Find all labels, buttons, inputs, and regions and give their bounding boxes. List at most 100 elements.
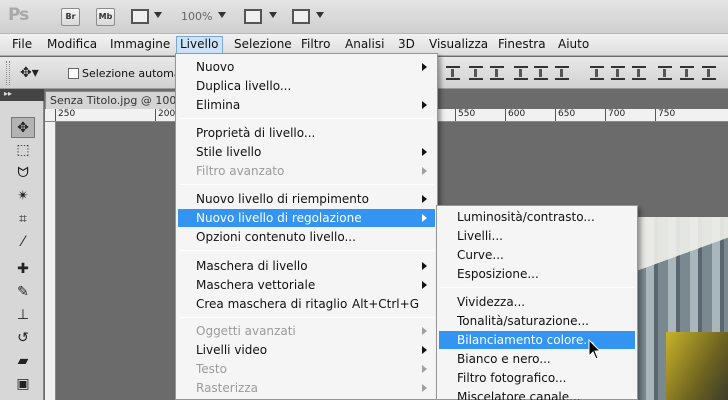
eyedropper-tool-icon[interactable]: ⁄ <box>11 232 35 253</box>
menu-3d[interactable]: 3D <box>397 36 416 54</box>
align-right-icon[interactable] <box>702 66 716 80</box>
menu-item-label: Filtro avanzato <box>196 164 285 178</box>
menu-filtro[interactable]: Filtro <box>300 36 331 54</box>
menu-item-proprieta-livello[interactable]: Proprietà di livello... <box>178 124 435 142</box>
zoom-level[interactable]: 100% <box>181 10 212 23</box>
brush-tool-icon[interactable]: ✎ <box>11 282 35 303</box>
view-extras-icon[interactable] <box>131 9 149 24</box>
menu-item-crea-maschera-ritaglio[interactable]: Crea maschera di ritaglio Alt+Ctrl+G <box>178 295 435 313</box>
bridge-button[interactable]: Br <box>61 8 80 26</box>
menu-item-maschera-vettoriale[interactable]: Maschera vettoriale <box>178 276 435 294</box>
magic-wand-tool-icon[interactable]: ✴ <box>11 186 35 207</box>
ruler-label: 700 <box>608 109 626 119</box>
menu-modifica[interactable]: Modifica <box>46 36 98 54</box>
canvas-image[interactable] <box>636 217 728 400</box>
menu-item-nuovo[interactable]: Nuovo <box>178 58 435 76</box>
gradient-tool-icon[interactable]: ▣ <box>11 374 35 395</box>
menu-finestra[interactable]: Finestra <box>497 36 547 54</box>
history-brush-tool-icon[interactable]: ↺ <box>11 328 35 349</box>
menu-item-label: Miscelatore canale... <box>457 390 581 400</box>
crop-tool-icon[interactable]: ⌗ <box>11 209 35 230</box>
menu-item-miscelatore-canale[interactable]: Miscelatore canale... <box>439 388 635 400</box>
shortcut-label: Alt+Ctrl+G <box>351 297 419 311</box>
menu-item-duplica-livello[interactable]: Duplica livello... <box>178 77 435 95</box>
distribute-left-icon[interactable] <box>590 66 604 80</box>
menu-item-elimina[interactable]: Elimina <box>178 96 435 114</box>
menu-item-luminosita-contrasto[interactable]: Luminosità/contrasto... <box>439 208 635 226</box>
arrange-documents-icon[interactable] <box>244 9 262 24</box>
submenu-arrow-icon <box>422 195 427 203</box>
submenu-arrow-icon <box>422 167 427 175</box>
auto-select-checkbox[interactable] <box>68 68 79 79</box>
menu-item-filtro-avanzato: Filtro avanzato <box>178 162 435 180</box>
submenu-arrow-icon <box>422 262 427 270</box>
menu-item-opzioni-contenuto-livello[interactable]: Opzioni contenuto livello... <box>178 228 435 246</box>
chevron-down-icon[interactable] <box>154 12 162 18</box>
menu-item-vividezza[interactable]: Vividezza... <box>439 293 635 311</box>
menu-item-label: Nuovo livello di regolazione <box>196 211 362 225</box>
menu-item-label: Oggetti avanzati <box>196 324 296 338</box>
collapse-icon[interactable]: ▸▸ <box>4 89 12 98</box>
menu-livello[interactable]: Livello <box>176 36 223 54</box>
document-tab[interactable]: Senza Titolo.jpg @ 100% <box>45 91 185 109</box>
menu-visualizza[interactable]: Visualizza <box>428 36 489 54</box>
menu-item-livelli-video[interactable]: Livelli video <box>178 341 435 359</box>
distribute-middle-icon[interactable] <box>534 66 548 80</box>
grip-handle[interactable] <box>6 61 10 85</box>
align-top-icon[interactable] <box>446 66 460 80</box>
menu-item-curve[interactable]: Curve... <box>439 246 635 264</box>
chevron-down-icon[interactable] <box>316 12 324 18</box>
move-tool-icon[interactable]: ✥▾ <box>20 65 39 81</box>
menu-item-label: Elimina <box>196 98 241 112</box>
chevron-down-icon[interactable] <box>218 12 226 18</box>
menu-item-bilanciamento-colore[interactable]: Bilanciamento colore... <box>439 331 635 349</box>
menu-item-maschera-livello[interactable]: Maschera di livello <box>178 257 435 275</box>
menu-item-esposizione[interactable]: Esposizione... <box>439 265 635 283</box>
distribute-bottom-icon[interactable] <box>555 66 569 80</box>
menu-immagine[interactable]: Immagine <box>109 36 171 54</box>
menu-aiuto[interactable]: Aiuto <box>557 36 590 54</box>
menu-selezione[interactable]: Selezione <box>233 36 293 54</box>
menu-item-stile-livello[interactable]: Stile livello <box>178 143 435 161</box>
regolazione-submenu: Luminosità/contrasto... Livelli... Curve… <box>436 205 638 400</box>
menu-item-label: Nuovo <box>196 60 235 74</box>
menu-item-bianco-nero[interactable]: Bianco e nero... <box>439 350 635 368</box>
align-center-icon[interactable] <box>680 66 694 80</box>
menu-separator <box>179 250 434 251</box>
distribute-right-icon[interactable] <box>632 66 646 80</box>
menu-analisi[interactable]: Analisi <box>344 36 385 54</box>
align-left-icon[interactable] <box>658 66 672 80</box>
marquee-tool-icon[interactable]: ⬚ <box>11 140 35 161</box>
menu-item-label: Rasterizza <box>196 381 258 395</box>
mini-bridge-button[interactable]: Mb <box>96 8 115 26</box>
align-middle-icon[interactable] <box>469 66 483 80</box>
ruler-label: 600 <box>508 109 526 119</box>
menu-item-label: Nuovo livello di riempimento <box>196 192 369 206</box>
align-bottom-icon[interactable] <box>490 66 504 80</box>
submenu-arrow-icon <box>422 148 427 156</box>
screen-mode-icon[interactable] <box>292 9 310 24</box>
chevron-down-icon[interactable] <box>269 12 277 18</box>
tools-panel-header[interactable]: ▸▸ <box>0 89 44 101</box>
eraser-tool-icon[interactable]: ▰ <box>11 351 35 372</box>
distribute-center-icon[interactable] <box>611 66 625 80</box>
menu-item-nuovo-livello-riempimento[interactable]: Nuovo livello di riempimento <box>178 190 435 208</box>
menu-item-label: Tonalità/saturazione... <box>457 314 589 328</box>
submenu-arrow-icon <box>422 384 427 392</box>
menu-item-testo: Testo <box>178 360 435 378</box>
menu-item-label: Duplica livello... <box>196 79 292 93</box>
menu-item-nuovo-livello-regolazione[interactable]: Nuovo livello di regolazione <box>178 209 435 227</box>
menu-file[interactable]: File <box>11 36 33 54</box>
distribute-top-icon[interactable] <box>514 66 528 80</box>
menu-item-livelli[interactable]: Livelli... <box>439 227 635 245</box>
lasso-tool-icon[interactable]: ᗢ <box>11 163 35 184</box>
clone-stamp-tool-icon[interactable]: ⊥ <box>11 305 35 326</box>
menu-item-tonalita-saturazione[interactable]: Tonalità/saturazione... <box>439 312 635 330</box>
ruler-label: 550 <box>458 109 476 119</box>
healing-brush-tool-icon[interactable]: ✚ <box>11 259 35 280</box>
menu-item-label: Vividezza... <box>457 295 526 309</box>
menu-item-filtro-fotografico[interactable]: Filtro fotografico... <box>439 369 635 387</box>
menu-separator <box>179 184 434 185</box>
menu-item-label: Livelli video <box>196 343 268 357</box>
move-tool-icon[interactable]: ✥ <box>11 117 35 138</box>
